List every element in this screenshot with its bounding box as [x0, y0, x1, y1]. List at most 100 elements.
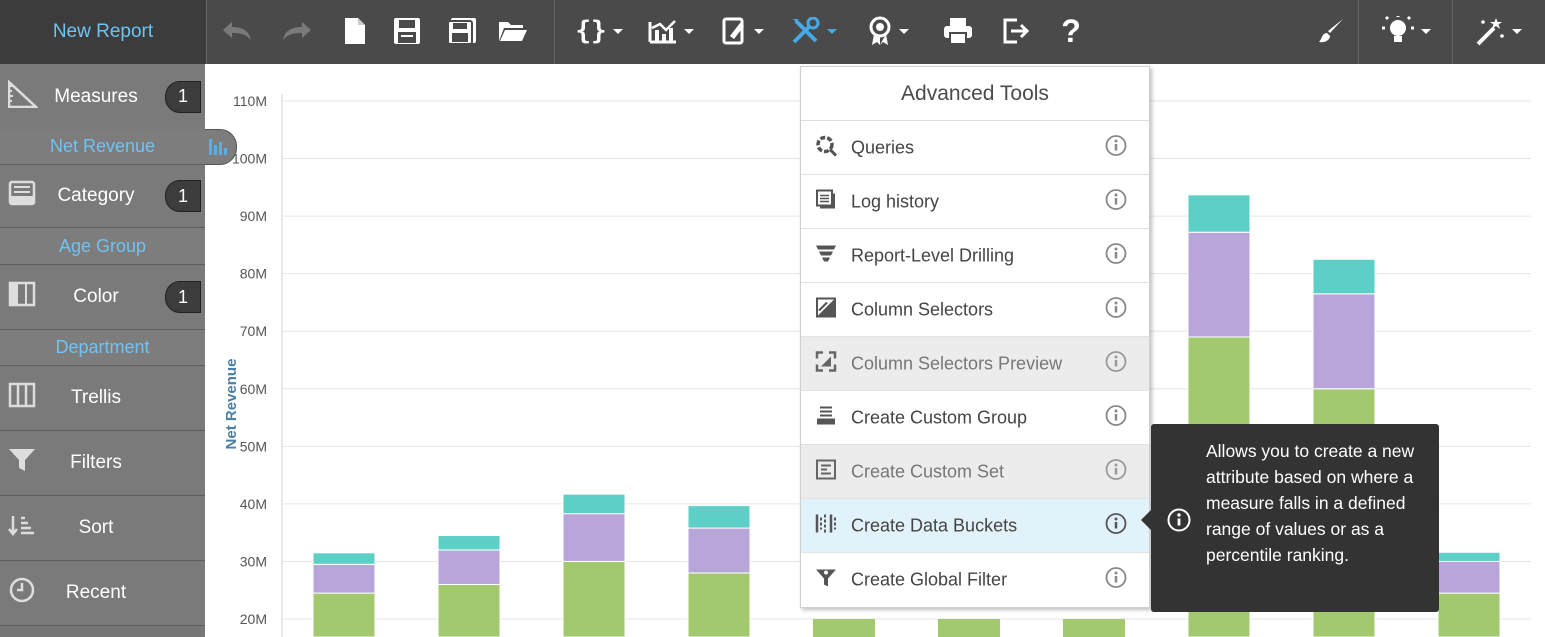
redo-icon[interactable]	[278, 12, 316, 50]
filters-label: Filters	[70, 452, 122, 473]
menu-item-label: Create Custom Group	[851, 407, 1028, 427]
menu-item-log-history[interactable]: Log history	[801, 175, 1149, 229]
bar-segment[interactable]	[437, 549, 501, 585]
bar-segment[interactable]	[562, 493, 626, 515]
new-document-icon[interactable]	[340, 12, 370, 50]
measures-section[interactable]: Measures 1	[0, 64, 205, 130]
format-menu[interactable]	[718, 12, 768, 50]
toolbar: New Report {} ?	[0, 0, 1545, 64]
info-tooltip: Allows you to create a new attribute bas…	[1141, 424, 1439, 612]
paintbrush-icon[interactable]	[1314, 12, 1348, 50]
color-section[interactable]: Color 1	[0, 265, 205, 330]
menu-item-create-global-filter[interactable]: Create Global Filter	[801, 553, 1149, 606]
format-icon	[722, 17, 744, 45]
bar-segment[interactable]	[1437, 592, 1501, 637]
sort-section[interactable]: Sort	[0, 496, 205, 561]
log-history-icon	[815, 188, 837, 215]
print-icon[interactable]	[940, 12, 976, 50]
menu-item-column-selectors[interactable]: Column Selectors	[801, 283, 1149, 337]
custom-group-icon	[815, 404, 837, 431]
magic-wand-menu[interactable]	[1470, 12, 1526, 50]
y-tick-label: 90M	[240, 208, 267, 224]
bar-segment[interactable]	[1312, 258, 1376, 295]
bar-segment[interactable]	[312, 592, 376, 637]
info-icon[interactable]	[1105, 566, 1127, 593]
bar-segment[interactable]	[687, 527, 751, 574]
bar-segment[interactable]	[687, 505, 751, 529]
award-icon	[869, 16, 891, 45]
toolbar-separator	[1358, 0, 1359, 64]
bar-segment[interactable]	[813, 619, 875, 637]
category-section[interactable]: Category 1	[0, 165, 205, 228]
info-icon[interactable]	[1105, 188, 1127, 215]
formula-menu[interactable]: {}	[572, 12, 626, 50]
info-icon[interactable]	[1105, 350, 1127, 377]
menu-item-create-custom-group[interactable]: Create Custom Group	[801, 391, 1149, 445]
open-folder-icon[interactable]	[496, 12, 530, 50]
recent-section[interactable]: Recent	[0, 561, 205, 626]
report-title[interactable]: New Report	[0, 0, 206, 64]
toolbar-separator	[1452, 0, 1453, 64]
bar-segment[interactable]	[1187, 194, 1251, 233]
insights-menu[interactable]	[1378, 12, 1434, 50]
info-icon[interactable]	[1105, 404, 1127, 431]
menu-item-create-data-buckets[interactable]: Create Data Buckets	[801, 499, 1149, 553]
bar-segment[interactable]	[1437, 560, 1501, 594]
menu-item-label: Queries	[851, 137, 915, 157]
bar-segment[interactable]	[437, 583, 501, 637]
bar-segment[interactable]	[437, 535, 501, 551]
net-revenue-field[interactable]: Net Revenue	[0, 129, 205, 165]
bar-segment[interactable]	[1063, 619, 1125, 637]
info-icon[interactable]	[1105, 134, 1127, 161]
bar-segment[interactable]	[312, 552, 376, 565]
info-icon[interactable]	[1105, 242, 1127, 269]
menu-item-queries[interactable]: Queries	[801, 121, 1149, 175]
department-field[interactable]: Department	[0, 330, 205, 366]
help-icon[interactable]: ?	[1054, 12, 1088, 50]
global-filter-icon	[815, 566, 837, 593]
toolbar-separator	[554, 0, 555, 64]
toolbar-separator	[206, 0, 207, 64]
exit-icon[interactable]	[998, 12, 1034, 50]
chart-type-menu[interactable]	[645, 12, 697, 50]
trellis-label: Trellis	[71, 387, 121, 408]
sort-label: Sort	[78, 517, 114, 538]
save-icon[interactable]	[392, 12, 422, 50]
y-tick-label: 70M	[240, 323, 267, 339]
y-tick-label: 30M	[240, 553, 267, 569]
drilling-icon	[815, 242, 837, 269]
bar-segment[interactable]	[938, 619, 1000, 637]
menu-item-label: Report-Level Drilling	[851, 245, 1015, 265]
bar-segment[interactable]	[1437, 551, 1501, 562]
y-tick-label: 100M	[232, 151, 267, 167]
color-label: Color	[73, 286, 119, 307]
magic-wand-icon	[1476, 18, 1504, 46]
bar-segment[interactable]	[1187, 231, 1251, 338]
publish-menu[interactable]	[862, 12, 914, 50]
bar-segment[interactable]	[1312, 293, 1376, 390]
filters-section[interactable]: Filters	[0, 431, 205, 496]
menu-item-column-selectors-preview[interactable]: Column Selectors Preview	[801, 337, 1149, 391]
y-tick-label: 40M	[240, 496, 267, 512]
info-icon[interactable]	[1105, 512, 1127, 539]
bar-segment[interactable]	[562, 560, 626, 637]
category-count-badge: 1	[165, 180, 201, 212]
data-buckets-icon	[815, 512, 839, 539]
menu-item-label: Column Selectors	[851, 299, 994, 319]
info-icon[interactable]	[1105, 458, 1127, 485]
y-tick-label: 20M	[240, 611, 267, 627]
bar-segment[interactable]	[687, 572, 751, 637]
age-group-field[interactable]: Age Group	[0, 228, 205, 265]
undo-icon[interactable]	[218, 12, 256, 50]
custom-set-icon	[815, 458, 837, 485]
menu-item-label: Log history	[851, 191, 940, 211]
info-icon[interactable]	[1105, 296, 1127, 323]
save-as-icon[interactable]	[446, 12, 478, 50]
menu-item-report-level-drilling[interactable]: Report-Level Drilling	[801, 229, 1149, 283]
advanced-tools-menu[interactable]	[788, 12, 840, 50]
left-panel: Measures 1 Net Revenue Category 1 Age Gr…	[0, 64, 205, 637]
menu-item-create-custom-set[interactable]: Create Custom Set	[801, 445, 1149, 499]
bar-segment[interactable]	[312, 563, 376, 594]
trellis-section[interactable]: Trellis	[0, 366, 205, 431]
bar-segment[interactable]	[562, 513, 626, 562]
